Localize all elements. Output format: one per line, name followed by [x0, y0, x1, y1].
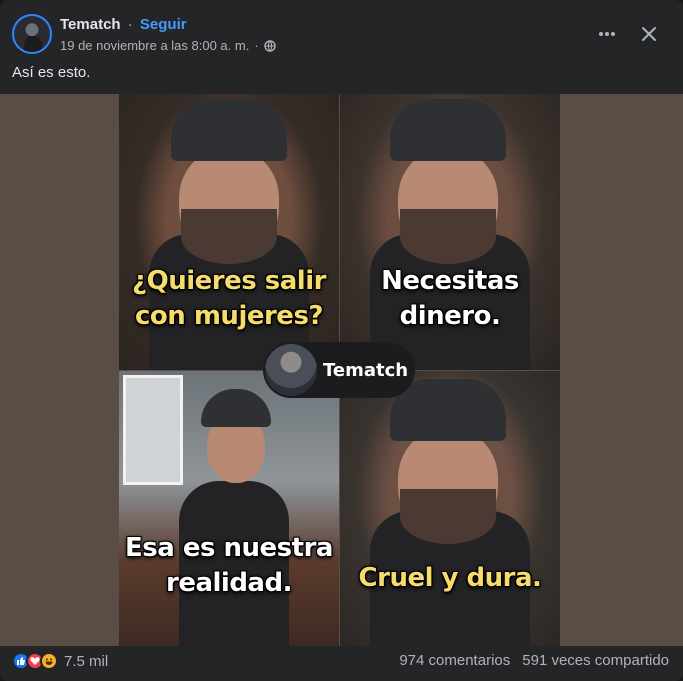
meme-text-line: Esa es nuestra — [125, 533, 333, 563]
watermark-badge: Tematch — [263, 342, 415, 398]
post-header: Tematch · Seguir 19 de noviembre a las 8… — [12, 14, 671, 56]
more-options-button[interactable] — [593, 20, 621, 48]
person-beard — [181, 209, 277, 264]
reaction-count[interactable]: 7.5 mil — [64, 653, 108, 670]
meme-text-2: Necesitas dinero. — [340, 264, 560, 334]
globe-icon[interactable] — [263, 39, 276, 52]
post-meta: 19 de noviembre a las 8:00 a. m. · — [60, 38, 276, 53]
meme-text-1: ¿Quieres salir con mujeres? — [119, 264, 339, 334]
meme-panel-2: Necesitas dinero. — [340, 94, 560, 370]
post-timestamp[interactable]: 19 de noviembre a las 8:00 a. m. — [60, 38, 249, 53]
watermark-avatar — [265, 344, 317, 396]
meme-text-4: Cruel y dura. — [340, 561, 560, 596]
cap-shape — [171, 99, 287, 161]
meme-text-3: Esa es nuestra realidad. — [119, 531, 339, 601]
post-media[interactable]: ¿Quieres salir con mujeres? Necesitas di… — [0, 94, 683, 646]
person-beard — [400, 489, 496, 544]
separator-dot: · — [127, 16, 133, 33]
meme-text-line: Cruel y dura. — [358, 563, 542, 593]
author-name[interactable]: Tematch — [60, 16, 121, 33]
post-caption: Así es esto. — [12, 64, 91, 81]
follow-button[interactable]: Seguir — [140, 16, 187, 33]
meme-text-line: realidad. — [166, 568, 292, 599]
meme-panel-1: ¿Quieres salir con mujeres? — [119, 94, 339, 370]
more-dots-icon — [599, 32, 615, 36]
meme-text-line: Necesitas — [381, 266, 519, 296]
comments-count[interactable]: 974 comentarios — [399, 652, 510, 669]
person-beard — [400, 209, 496, 264]
post-footer: 7.5 mil 974 comentarios 591 veces compar… — [12, 652, 669, 672]
meme-text-line: dinero. — [399, 301, 501, 332]
meme-image[interactable]: ¿Quieres salir con mujeres? Necesitas di… — [119, 94, 560, 646]
meme-text-line: con mujeres? — [135, 301, 324, 332]
post-card: Tematch · Seguir 19 de noviembre a las 8… — [0, 0, 683, 681]
haha-reaction-icon — [40, 652, 58, 670]
reactions-summary[interactable]: 7.5 mil — [12, 652, 108, 670]
close-icon — [642, 27, 656, 41]
close-button[interactable] — [635, 20, 663, 48]
meme-text-line: ¿Quieres salir — [132, 266, 326, 296]
window-shape — [123, 375, 183, 485]
meme-panel-4: Cruel y dura. — [340, 371, 560, 646]
author-line: Tematch · Seguir — [60, 16, 187, 33]
meme-panel-3: Esa es nuestra realidad. — [119, 371, 339, 646]
engagement-stats: 974 comentarios 591 veces compartido — [399, 652, 669, 669]
shares-count[interactable]: 591 veces compartido — [522, 652, 669, 669]
meta-separator: · — [254, 38, 259, 53]
cap-shape — [390, 99, 506, 161]
cap-shape — [201, 389, 271, 427]
author-avatar[interactable] — [12, 14, 52, 54]
watermark-label: Tematch — [323, 359, 409, 381]
